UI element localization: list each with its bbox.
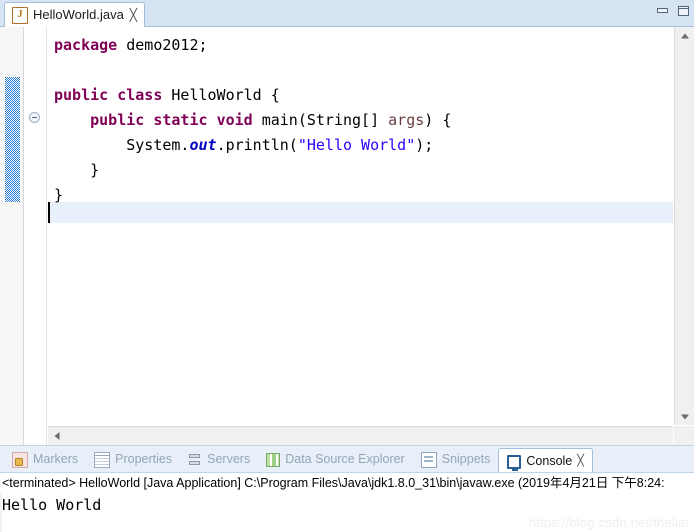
snippets-icon <box>420 451 437 468</box>
watermark: https://blog.csdn.net/theliar <box>528 515 690 530</box>
tab-console-label: Console <box>526 454 573 468</box>
folding-ruler[interactable] <box>25 27 47 445</box>
editor-vertical-scrollbar[interactable] <box>674 27 694 425</box>
changed-lines-indicator <box>5 77 20 202</box>
scrollbar-corner <box>674 426 694 445</box>
editor-tab-label: HelloWorld.java <box>33 7 124 22</box>
tab-markers-label: Markers <box>33 452 79 466</box>
annotation-ruler[interactable] <box>0 27 24 445</box>
java-file-icon <box>12 6 28 24</box>
editor-tab-helloworld-java[interactable]: HelloWorld.java ╳ <box>4 2 146 27</box>
tab-snippets[interactable]: Snippets <box>413 448 499 472</box>
tab-snippets-label: Snippets <box>441 452 491 466</box>
code-editor[interactable]: package demo2012; public class HelloWorl… <box>0 27 694 445</box>
console-panel[interactable]: <terminated> HelloWorld [Java Applicatio… <box>0 472 694 532</box>
tab-properties-label: Properties <box>115 452 173 466</box>
console-output: Hello World <box>2 496 102 514</box>
tab-properties[interactable]: Properties <box>86 448 180 472</box>
eclipse-ide-window: HelloWorld.java ╳ package demo2012; publ… <box>0 0 694 532</box>
bottom-view-tab-bar: Markers Properties Servers Data Source E… <box>0 445 694 474</box>
code-surface[interactable]: package demo2012; public class HelloWorl… <box>48 27 673 425</box>
view-window-controls <box>656 4 691 18</box>
tab-markers[interactable]: Markers <box>4 448 86 472</box>
tab-data-source-explorer-label: Data Source Explorer <box>285 452 405 466</box>
scroll-left-icon[interactable] <box>48 427 65 445</box>
source-code[interactable]: package demo2012; public class HelloWorl… <box>48 27 673 208</box>
servers-icon <box>188 453 202 467</box>
close-icon[interactable]: ╳ <box>130 9 137 21</box>
console-process-header: <terminated> HelloWorld [Java Applicatio… <box>2 476 665 490</box>
minimize-icon[interactable] <box>656 4 670 18</box>
maximize-icon[interactable] <box>677 4 691 18</box>
data-source-explorer-icon <box>266 452 281 467</box>
properties-icon <box>94 451 111 468</box>
scroll-down-icon[interactable] <box>675 408 694 425</box>
console-icon <box>507 454 522 471</box>
collapse-fold-icon[interactable] <box>29 112 40 123</box>
editor-horizontal-scrollbar[interactable] <box>48 426 673 445</box>
markers-icon <box>12 451 28 468</box>
scroll-up-icon[interactable] <box>675 27 694 44</box>
close-icon[interactable]: ╳ <box>577 456 584 467</box>
text-caret <box>48 202 50 223</box>
tab-servers[interactable]: Servers <box>180 448 258 472</box>
tab-data-source-explorer[interactable]: Data Source Explorer <box>258 448 413 472</box>
editor-tab-bar: HelloWorld.java ╳ <box>0 0 694 27</box>
tab-servers-label: Servers <box>207 452 251 466</box>
tab-console[interactable]: Console ╳ <box>498 448 593 474</box>
